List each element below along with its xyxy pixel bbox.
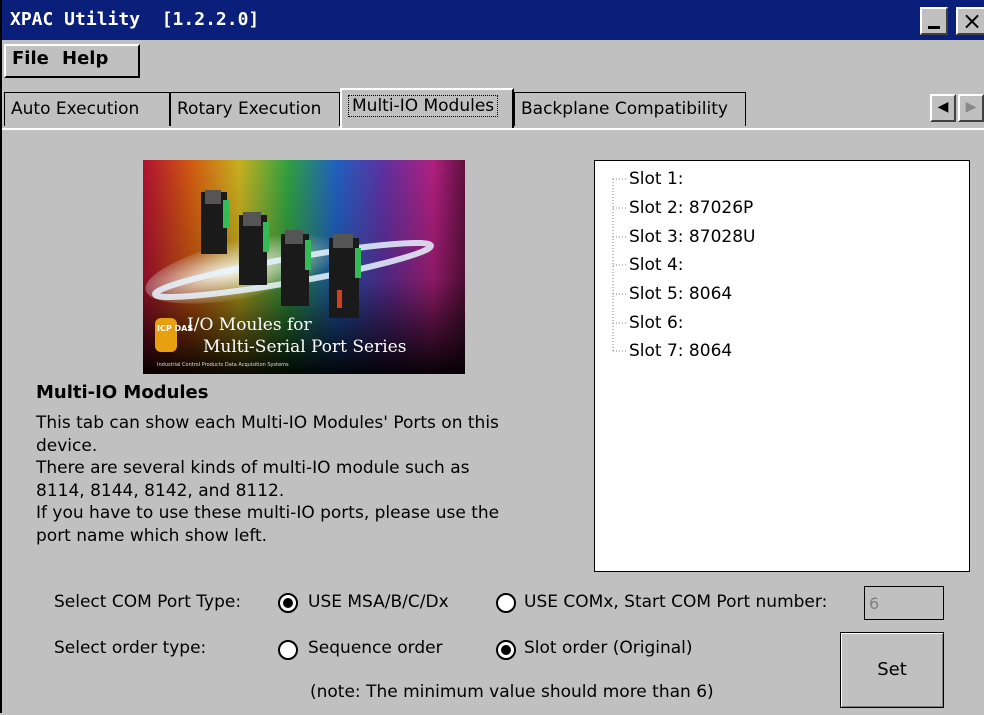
menu-file[interactable]: File [12, 48, 49, 69]
radio-slot-order-label[interactable]: Slot order (Original) [524, 638, 693, 658]
slot-tree-view[interactable]: Slot 1: Slot 2: 87026P Slot 3: 87028U Sl… [594, 160, 970, 572]
section-heading: Multi-IO Modules [36, 382, 209, 403]
banner-line-1: I/O Moules for [187, 315, 313, 335]
title-bar: XPAC Utility [1.2.2.0] × [2, 0, 984, 40]
app-window: XPAC Utility [1.2.2.0] × File Help Auto … [0, 0, 984, 713]
tree-item-slot-5[interactable]: Slot 5: 8064 [629, 284, 732, 304]
description: This tab can show each Multi-IO Modules'… [36, 412, 576, 547]
tree-item-slot-4[interactable]: Slot 4: [629, 255, 684, 275]
set-button[interactable]: Set [840, 632, 944, 708]
description-line: 8114, 8144, 8142, and 8112. [36, 480, 285, 501]
tab-auto-execution[interactable]: Auto Execution [4, 92, 170, 126]
minimize-icon [928, 26, 940, 29]
close-icon: × [962, 7, 983, 35]
tab-label: Backplane Compatibility [521, 99, 728, 119]
tree-item-slot-7[interactable]: Slot 7: 8064 [629, 341, 732, 361]
tab-rotary-execution[interactable]: Rotary Execution [170, 92, 340, 126]
com-port-type-label: Select COM Port Type: [54, 592, 242, 612]
radio-sequence-order-label[interactable]: Sequence order [308, 638, 443, 658]
description-line: This tab can show each Multi-IO Modules'… [36, 413, 499, 433]
tree-item-slot-1[interactable]: Slot 1: [629, 169, 684, 189]
tree-item-slot-3[interactable]: Slot 3: 87028U [629, 227, 755, 247]
tab-strip: Auto Execution Rotary Execution Multi-IO… [2, 86, 984, 128]
arrow-left-icon: ◀ [937, 99, 949, 115]
radio-slot-order[interactable] [496, 640, 516, 660]
description-line: device. [36, 435, 98, 456]
multi-io-banner-image: ICP DAS I/O Moules for Multi-Serial Port… [143, 160, 465, 374]
description-line: There are several kinds of multi-IO modu… [36, 458, 470, 478]
radio-use-comx-label[interactable]: USE COMx, Start COM Port number: [524, 592, 827, 612]
close-button[interactable]: × [956, 7, 984, 35]
tab-label: Rotary Execution [177, 99, 322, 119]
tab-panel: ICP DAS I/O Moules for Multi-Serial Port… [2, 128, 984, 715]
menu-help[interactable]: Help [62, 48, 108, 69]
tab-backplane-compatibility[interactable]: Backplane Compatibility [514, 92, 746, 126]
radio-sequence-order[interactable] [278, 640, 298, 660]
start-com-port-input[interactable]: 6 [864, 586, 944, 620]
tree-item-slot-6[interactable]: Slot 6: [629, 313, 684, 333]
tab-scroll-left-button[interactable]: ◀ [930, 94, 956, 122]
banner-footer: Industrial Control Products Data Acquisi… [157, 362, 289, 368]
radio-use-msa-label[interactable]: USE MSA/B/C/Dx [308, 592, 449, 612]
window-title: XPAC Utility [1.2.2.0] [10, 9, 260, 30]
banner-line-2: Multi-Serial Port Series [203, 337, 406, 357]
tab-label: Auto Execution [11, 99, 140, 119]
arrow-right-icon: ▶ [965, 99, 977, 115]
tab-multi-io-modules[interactable]: Multi-IO Modules [340, 88, 514, 128]
order-type-label: Select order type: [54, 638, 207, 658]
radio-use-comx[interactable] [496, 593, 516, 613]
menu-bar: File Help [2, 40, 984, 84]
tab-scroll-right-button[interactable]: ▶ [958, 94, 984, 122]
minimize-button[interactable] [920, 7, 948, 35]
note-text: (note: The minimum value should more tha… [310, 682, 714, 702]
description-line: If you have to use these multi-IO ports,… [36, 503, 500, 523]
tab-label: Multi-IO Modules [348, 95, 499, 117]
radio-use-msa[interactable] [278, 593, 298, 613]
tree-item-slot-2[interactable]: Slot 2: 87026P [629, 198, 753, 218]
description-line: port name which show left. [36, 525, 268, 546]
